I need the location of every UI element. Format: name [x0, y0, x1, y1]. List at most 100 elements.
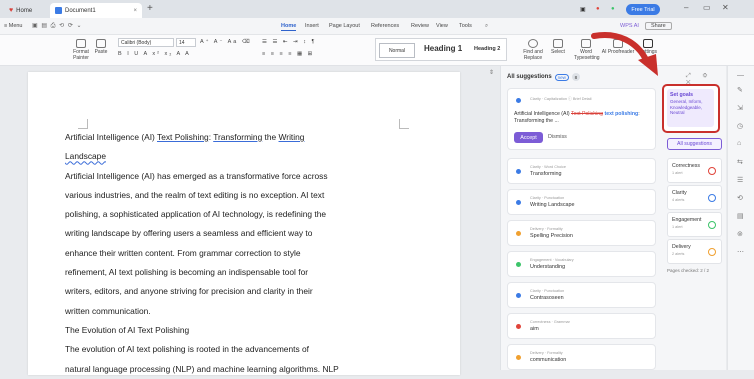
pages-checked: Pages checked: 2 / 2: [667, 268, 710, 273]
paragraph-line: refinement, AI text polishing is becomin…: [65, 267, 309, 278]
goal-status-ring: [708, 167, 716, 175]
lock-icon[interactable]: ⌂: [737, 140, 741, 147]
alignment-controls[interactable]: ≡ ≡ ≡ ≡ ▦ ⊞: [262, 51, 314, 57]
set-goals-card[interactable]: Set goals General, Inform, Knowledgeable…: [667, 89, 714, 127]
maximize-icon[interactable]: ▭: [703, 3, 711, 12]
font-name-select[interactable]: Calibri (Body): [118, 38, 174, 47]
collapse-icon[interactable]: —: [737, 72, 744, 79]
suggestion-card[interactable]: Clarity · Punctuation Contrasoseen: [507, 282, 656, 308]
format-painter-button[interactable]: Format Painter: [72, 39, 90, 61]
goal-card[interactable]: Delivery 2 alerts: [667, 239, 722, 264]
select-label: Select: [551, 49, 565, 55]
category-dot: [516, 200, 521, 205]
title-bar: ♥ Home Document1 × + ▣ ● ● Free Trial – …: [0, 0, 754, 18]
goal-name: Correctness: [672, 163, 700, 169]
suggestion-card[interactable]: Clarity · Punctuation Writing Landscape: [507, 189, 656, 215]
style-normal[interactable]: Normal: [379, 43, 415, 58]
share-icon[interactable]: ⇆: [737, 158, 743, 166]
all-suggestions-button[interactable]: All suggestions: [667, 138, 722, 150]
font-size-controls[interactable]: A⁺ A⁻ Aa ⌫: [200, 39, 252, 45]
red-arrow-annotation: [591, 32, 658, 76]
goal-card[interactable]: Clarity 4 alerts: [667, 185, 722, 210]
font-size-select[interactable]: 14: [176, 38, 196, 47]
category-dot: [516, 169, 521, 174]
suggestion-word: Spelling Precision: [530, 233, 573, 239]
flagged-word[interactable]: Landscape: [65, 151, 106, 161]
suggestion-card[interactable]: Correctness · Grammar aim: [507, 313, 656, 339]
close-tab-icon[interactable]: ×: [133, 8, 137, 14]
paste-label: Paste: [94, 49, 108, 55]
select-button[interactable]: Select: [548, 39, 568, 55]
suggestion-category: Delivery · Formality: [530, 351, 563, 355]
style-heading-2[interactable]: Heading 2: [474, 46, 500, 52]
main-menu[interactable]: ≡ Menu: [4, 23, 23, 29]
goal-card[interactable]: Correctness 1 alert: [667, 158, 722, 183]
chat-icon[interactable]: ◷: [737, 122, 743, 130]
paste-button[interactable]: Paste: [92, 39, 110, 55]
status-icon[interactable]: ●: [611, 3, 615, 15]
menu-tools[interactable]: Tools: [459, 23, 472, 29]
suggestion-count-badge: 8: [571, 73, 580, 81]
more-icon[interactable]: ⋯: [737, 248, 744, 256]
document-body[interactable]: Artificial Intelligence (AI) Text Polish…: [65, 128, 365, 379]
set-goals-highlight[interactable]: Set goals General, Inform, Knowledgeable…: [662, 84, 720, 133]
menu-insert[interactable]: Insert: [305, 23, 319, 29]
menu-references[interactable]: References: [371, 23, 399, 29]
download-icon[interactable]: ⊚: [737, 230, 743, 238]
suggestion-card[interactable]: Delivery · Formality communication: [507, 344, 656, 370]
dismiss-button[interactable]: Dismiss: [548, 134, 567, 140]
minimize-icon[interactable]: –: [684, 3, 688, 12]
style-heading-1[interactable]: Heading 1: [424, 44, 462, 53]
goal-card[interactable]: Engagement 1 alert: [667, 212, 722, 237]
document-title-cont: Landscape: [65, 147, 365, 166]
suggestion-card[interactable]: Clarity · Word Choice Transforming: [507, 158, 656, 184]
document-icon: [55, 7, 62, 14]
share-button[interactable]: Share: [645, 22, 672, 30]
pen-icon[interactable]: ✎: [737, 86, 743, 94]
history-icon[interactable]: ⟲: [737, 194, 743, 202]
new-chip: new: [554, 73, 569, 81]
flagged-word[interactable]: Writing: [279, 132, 305, 142]
quick-access-icons[interactable]: ▣ ▤ ⎙ ⟲ ⟳ ⌄: [32, 22, 83, 30]
category-dot: [516, 262, 521, 267]
suggestion-card[interactable]: Delivery · Formality Spelling Precision: [507, 220, 656, 246]
new-tab-button[interactable]: +: [147, 3, 153, 14]
suggestion-word: communication: [530, 357, 567, 363]
suggestions-panel: All suggestions new 8 ⤢ ⚙ ✕ Clarity · Ca…: [500, 66, 726, 370]
cursor-icon: [553, 39, 563, 48]
accept-button[interactable]: Accept: [514, 132, 543, 143]
search-icon[interactable]: ⌕: [485, 23, 488, 30]
suggestion-card-active[interactable]: Clarity · Capitalization ⓘ Brief Detail …: [507, 88, 656, 150]
menu-page-layout[interactable]: Page Layout: [329, 23, 360, 29]
set-goals-title: Set goals: [670, 92, 694, 98]
suggestion-card[interactable]: Engagement · Vocabulary Understanding: [507, 251, 656, 277]
tab-home[interactable]: ♥ Home: [4, 3, 46, 18]
wps-ai-button[interactable]: WPS AI: [620, 23, 639, 29]
category-dot: [516, 98, 521, 103]
menu-view[interactable]: View: [436, 23, 448, 29]
flagged-word[interactable]: Text Polishing: [157, 132, 209, 142]
flagged-word[interactable]: Transforming: [213, 132, 262, 142]
goal-alert-count: 2 alerts: [672, 252, 685, 256]
find-replace-button[interactable]: Find and Replace: [521, 39, 545, 61]
menu-review[interactable]: Review: [411, 23, 429, 29]
close-window-icon[interactable]: ✕: [722, 3, 729, 12]
suggestion-category: Clarity · Capitalization ⓘ Brief Detail: [530, 97, 592, 101]
text-format-controls[interactable]: B I U A x² x₂ A A: [118, 51, 191, 57]
document-canvas[interactable]: Artificial Intelligence (AI) Text Polish…: [0, 67, 498, 375]
suggestion-category: Clarity · Punctuation: [530, 196, 565, 200]
set-goals-subtitle: General, Inform, Knowledgeable, Neutral: [670, 99, 703, 115]
tab-document[interactable]: Document1 ×: [50, 3, 142, 18]
split-handle-icon[interactable]: ⇕: [489, 69, 494, 76]
filter-icon[interactable]: ☰: [737, 176, 743, 184]
paragraph-line: written communication.: [65, 305, 151, 316]
brush-icon: [76, 39, 86, 48]
menu-home[interactable]: Home: [281, 23, 297, 31]
layout-icon[interactable]: ▣: [580, 3, 586, 15]
resize-icon[interactable]: ⇲: [737, 104, 743, 112]
avatar[interactable]: ●: [596, 3, 600, 15]
paragraph-controls[interactable]: ☰ ☰ ⇤ ⇥ ↕ ¶: [262, 39, 316, 45]
paragraph-line: writing landscape by offering users a se…: [65, 228, 313, 239]
free-trial-button[interactable]: Free Trial: [626, 4, 660, 15]
gallery-icon[interactable]: ▤: [737, 212, 744, 220]
